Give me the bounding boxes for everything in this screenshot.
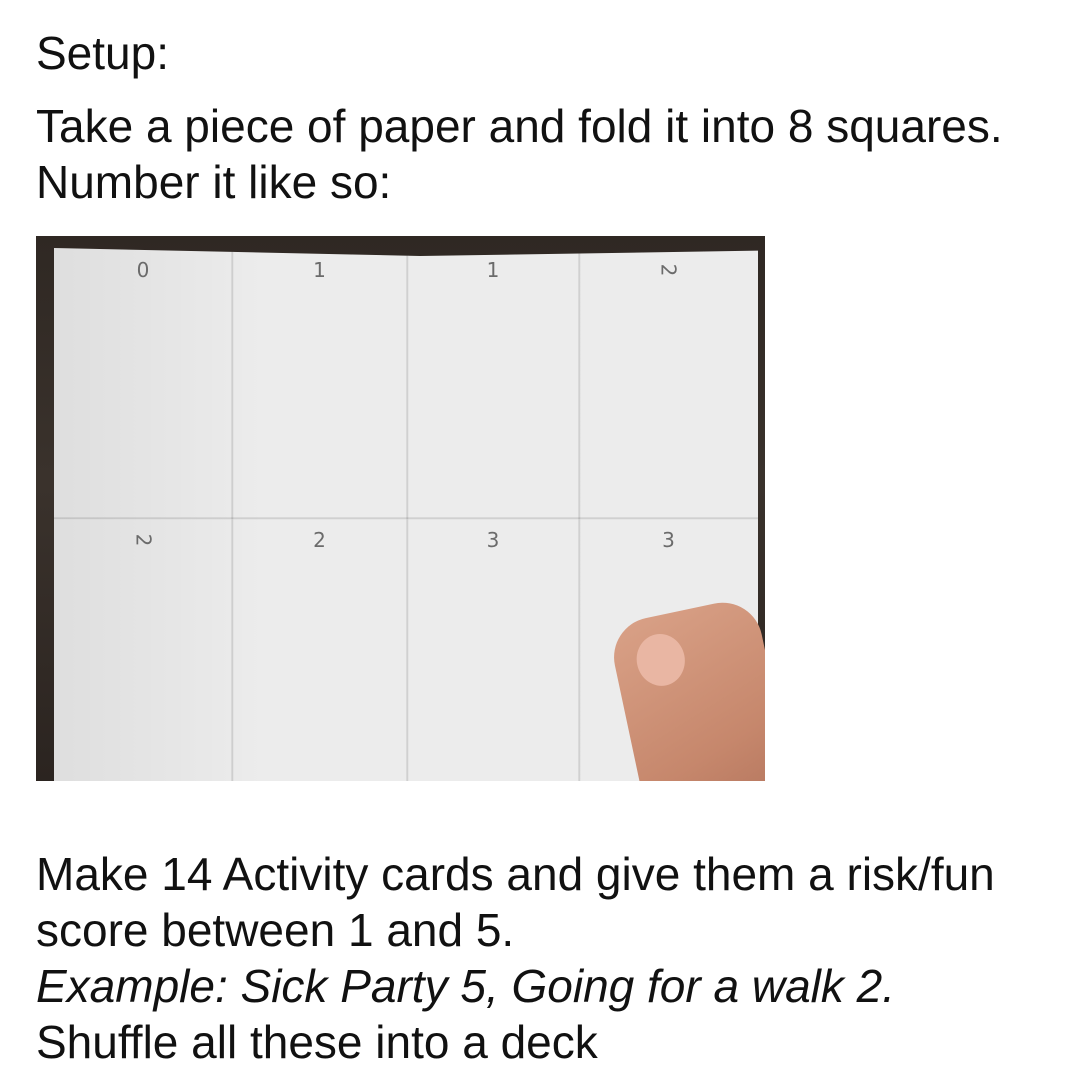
grid-cell-bottom-1: 2 xyxy=(54,518,232,781)
grid-cell-top-1: 0 xyxy=(54,248,232,518)
grid-label-top-4: 2 xyxy=(656,263,681,277)
grid-cell-top-4: 2 xyxy=(579,248,758,518)
grid-cell-bottom-3: 3 xyxy=(407,518,579,781)
fold-line-vertical-2 xyxy=(406,248,409,781)
activity-instructions: Make 14 Activity cards and give them a r… xyxy=(36,846,1046,1070)
grid-label-top-3: 1 xyxy=(486,258,500,282)
thumbnail-nail xyxy=(631,629,690,691)
setup-heading: Setup: xyxy=(36,27,169,79)
grid-label-bottom-3: 3 xyxy=(486,528,500,552)
grid-cell-top-3: 1 xyxy=(407,248,579,518)
grid-label-top-2: 1 xyxy=(313,258,326,282)
grid-label-bottom-1: 2 xyxy=(130,533,155,547)
grid-label-bottom-2: 2 xyxy=(313,528,326,552)
shuffle-text: Shuffle all these into a deck xyxy=(36,1016,598,1068)
grid-label-bottom-4: 3 xyxy=(662,528,675,552)
grid-cell-bottom-2: 2 xyxy=(232,518,407,781)
example-text: Example: Sick Party 5, Going for a walk … xyxy=(36,960,896,1012)
fold-line-vertical-3 xyxy=(578,248,581,781)
fold-line-vertical-1 xyxy=(231,248,234,781)
activity-cards-text: Make 14 Activity cards and give them a r… xyxy=(36,848,995,956)
setup-intro-text: Take a piece of paper and fold it into 8… xyxy=(36,100,1003,208)
grid-cell-top-2: 1 xyxy=(232,248,407,518)
folded-paper-photo: 0 1 1 2 2 2 3 3 xyxy=(36,236,765,781)
grid-label-top-1: 0 xyxy=(136,258,150,282)
fold-line-horizontal xyxy=(54,517,758,520)
